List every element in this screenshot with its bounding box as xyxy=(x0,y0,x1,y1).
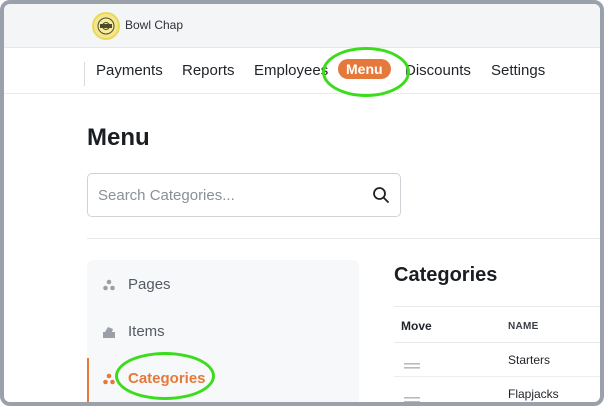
sidebar-item-label: Pages xyxy=(128,276,171,293)
drag-handle-icon[interactable] xyxy=(404,390,420,402)
nav-divider xyxy=(84,62,85,86)
nav-item-employees[interactable]: Employees xyxy=(254,62,328,79)
table-header: Move NAME xyxy=(394,306,600,343)
sidebar-item-items[interactable]: Items xyxy=(87,315,359,349)
row-name: Flapjacks xyxy=(508,387,559,401)
nav-item-settings[interactable]: Settings xyxy=(491,62,545,79)
sidebar-item-pages[interactable]: Pages xyxy=(87,268,359,302)
categories-icon xyxy=(102,372,116,391)
search-box xyxy=(87,173,401,217)
page-title: Menu xyxy=(87,124,150,151)
app-window: Bowl Chap Payments Reports Employees Men… xyxy=(0,0,604,406)
drag-handle-icon[interactable] xyxy=(404,356,420,374)
nav-item-payments[interactable]: Payments xyxy=(96,62,163,79)
search-icon[interactable] xyxy=(372,186,390,209)
row-name: Starters xyxy=(508,353,551,367)
table-row[interactable]: Starters xyxy=(394,343,600,377)
table-row[interactable]: Flapjacks xyxy=(394,377,600,402)
nav-item-reports[interactable]: Reports xyxy=(182,62,235,79)
nav-item-discounts[interactable]: Discounts xyxy=(405,62,471,79)
bowl-logo-icon[interactable] xyxy=(92,12,120,40)
brand-bar: Bowl Chap xyxy=(4,4,600,48)
items-icon xyxy=(102,325,116,344)
search-input[interactable] xyxy=(98,184,358,206)
categories-title: Categories xyxy=(394,264,498,286)
sidebar-item-label: Items xyxy=(128,323,165,340)
menu-highlight-circle xyxy=(322,47,410,97)
brand-name: Bowl Chap xyxy=(125,18,184,32)
categories-highlight-circle xyxy=(115,352,215,400)
column-header-move: Move xyxy=(401,319,432,333)
pages-icon xyxy=(102,278,116,297)
column-header-name[interactable]: NAME xyxy=(508,321,539,332)
section-divider xyxy=(87,238,600,239)
